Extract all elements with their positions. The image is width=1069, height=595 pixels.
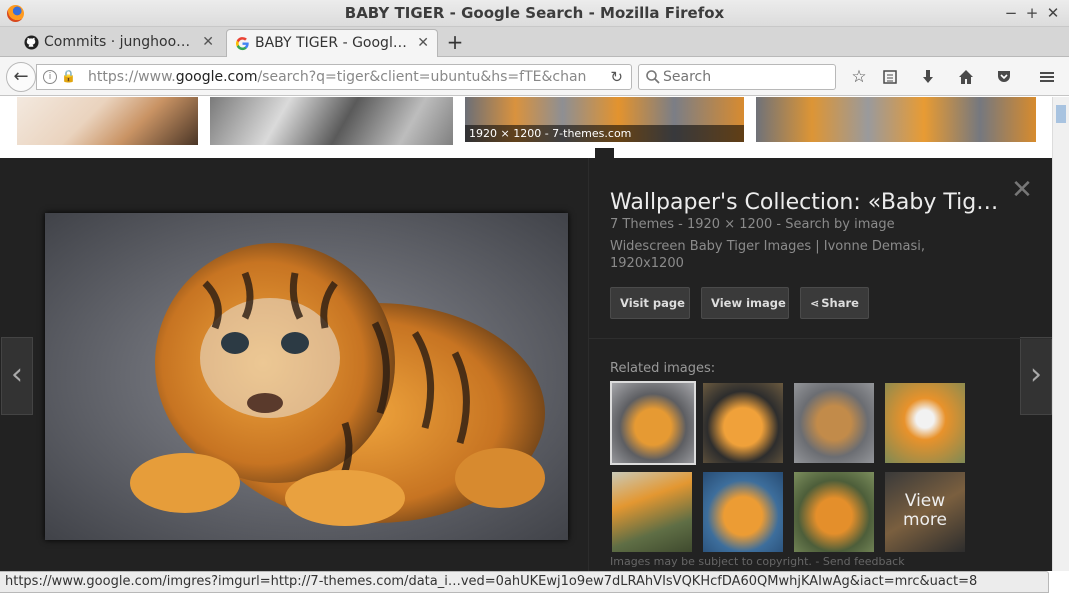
search-bar[interactable] bbox=[638, 64, 836, 90]
close-window-button[interactable]: ✕ bbox=[1043, 3, 1063, 23]
search-input[interactable] bbox=[663, 68, 823, 86]
url-bar[interactable]: i 🔒 https://www.google.com/search?q=tige… bbox=[36, 64, 632, 90]
selection-pointer bbox=[595, 148, 614, 158]
preview-title[interactable]: Wallpaper's Collection: «Baby Tig… bbox=[610, 190, 1005, 215]
back-button[interactable]: ← bbox=[6, 62, 36, 92]
github-icon bbox=[24, 35, 39, 50]
page-content: 1920 × 1200 - 7-themes.com ‹ › ✕ Wallpap… bbox=[0, 97, 1052, 571]
view-more-button[interactable]: View more bbox=[885, 472, 965, 552]
related-image[interactable] bbox=[703, 472, 783, 552]
result-thumbnail[interactable] bbox=[756, 97, 1036, 142]
close-tab-icon[interactable]: ✕ bbox=[202, 29, 214, 56]
reload-icon[interactable]: ↻ bbox=[610, 68, 623, 86]
bookmark-star-icon[interactable]: ☆ bbox=[847, 65, 871, 89]
related-image[interactable] bbox=[794, 472, 874, 552]
share-icon: ⋖ bbox=[810, 297, 820, 310]
tab-label: BABY TIGER - Googl… bbox=[255, 35, 407, 51]
copyright-notice: Images may be subject to copyright. - Se… bbox=[610, 555, 905, 568]
arrow-left-icon: ← bbox=[13, 66, 29, 87]
view-more-label: View more bbox=[902, 491, 948, 530]
visit-page-button[interactable]: Visit page bbox=[610, 287, 690, 319]
related-image[interactable] bbox=[612, 472, 692, 552]
tiger-cub-image bbox=[45, 213, 568, 540]
share-label: Share bbox=[821, 296, 859, 310]
preview-meta[interactable]: 7 Themes - 1920 × 1200 - Search by image bbox=[610, 217, 895, 232]
related-images-label: Related images: bbox=[610, 361, 716, 376]
new-tab-button[interactable]: + bbox=[444, 29, 466, 55]
preview-image[interactable] bbox=[45, 213, 568, 540]
url-text[interactable]: https://www.google.com/search?q=tiger&cl… bbox=[88, 69, 593, 85]
chevron-left-icon: ‹ bbox=[11, 357, 23, 392]
bookmarks-library-icon[interactable] bbox=[878, 65, 902, 89]
download-icon[interactable] bbox=[916, 65, 940, 89]
image-preview-panel: ‹ › ✕ Wallpaper's Collection: «Baby Tig…… bbox=[0, 158, 1052, 571]
preview-description: Widescreen Baby Tiger Images | Ivonne De… bbox=[610, 239, 925, 271]
thumbnail-caption: 1920 × 1200 - 7-themes.com bbox=[465, 125, 744, 142]
google-icon bbox=[236, 37, 249, 51]
minimize-button[interactable]: − bbox=[1001, 3, 1021, 23]
tab-commits[interactable]: Commits · junghoo… ✕ bbox=[16, 29, 222, 57]
related-image[interactable] bbox=[703, 383, 783, 463]
info-icon[interactable]: i bbox=[43, 70, 57, 84]
result-thumbnail[interactable] bbox=[17, 97, 198, 145]
image-info-pane: ✕ Wallpaper's Collection: «Baby Tig… 7 T… bbox=[588, 158, 1052, 571]
result-thumbnail[interactable] bbox=[210, 97, 453, 145]
close-tab-icon[interactable]: ✕ bbox=[417, 30, 429, 57]
window-titlebar: BABY TIGER - Google Search - Mozilla Fir… bbox=[0, 0, 1069, 27]
window-title: BABY TIGER - Google Search - Mozilla Fir… bbox=[344, 4, 725, 22]
navigation-bar: ← i 🔒 https://www.google.com/search?q=ti… bbox=[0, 57, 1069, 96]
pocket-icon[interactable] bbox=[992, 65, 1016, 89]
hamburger-menu-icon[interactable] bbox=[1035, 65, 1059, 89]
tab-strip: Commits · junghoo… ✕ BABY TIGER - Googl…… bbox=[0, 27, 1069, 57]
lock-warning-icon[interactable]: 🔒 bbox=[61, 69, 76, 83]
search-icon bbox=[646, 70, 660, 84]
result-thumbnail-selected[interactable]: 1920 × 1200 - 7-themes.com bbox=[465, 97, 744, 142]
tab-google-search[interactable]: BABY TIGER - Googl… ✕ bbox=[226, 29, 438, 57]
status-bar-link-preview: https://www.google.com/imgres?imgurl=htt… bbox=[0, 571, 1049, 593]
tab-label: Commits · junghoo… bbox=[44, 34, 191, 50]
vertical-scrollbar[interactable] bbox=[1052, 97, 1069, 571]
share-button[interactable]: ⋖ Share bbox=[800, 287, 869, 319]
previous-image-button[interactable]: ‹ bbox=[1, 337, 33, 415]
related-image[interactable] bbox=[794, 383, 874, 463]
related-image[interactable] bbox=[885, 383, 965, 463]
related-image-selected[interactable] bbox=[610, 381, 696, 465]
scrollbar-thumb[interactable] bbox=[1056, 105, 1066, 123]
maximize-button[interactable]: + bbox=[1022, 3, 1042, 23]
home-icon[interactable] bbox=[954, 65, 978, 89]
view-image-button[interactable]: View image bbox=[701, 287, 789, 319]
divider bbox=[589, 338, 1052, 339]
close-preview-icon[interactable]: ✕ bbox=[1008, 175, 1036, 205]
